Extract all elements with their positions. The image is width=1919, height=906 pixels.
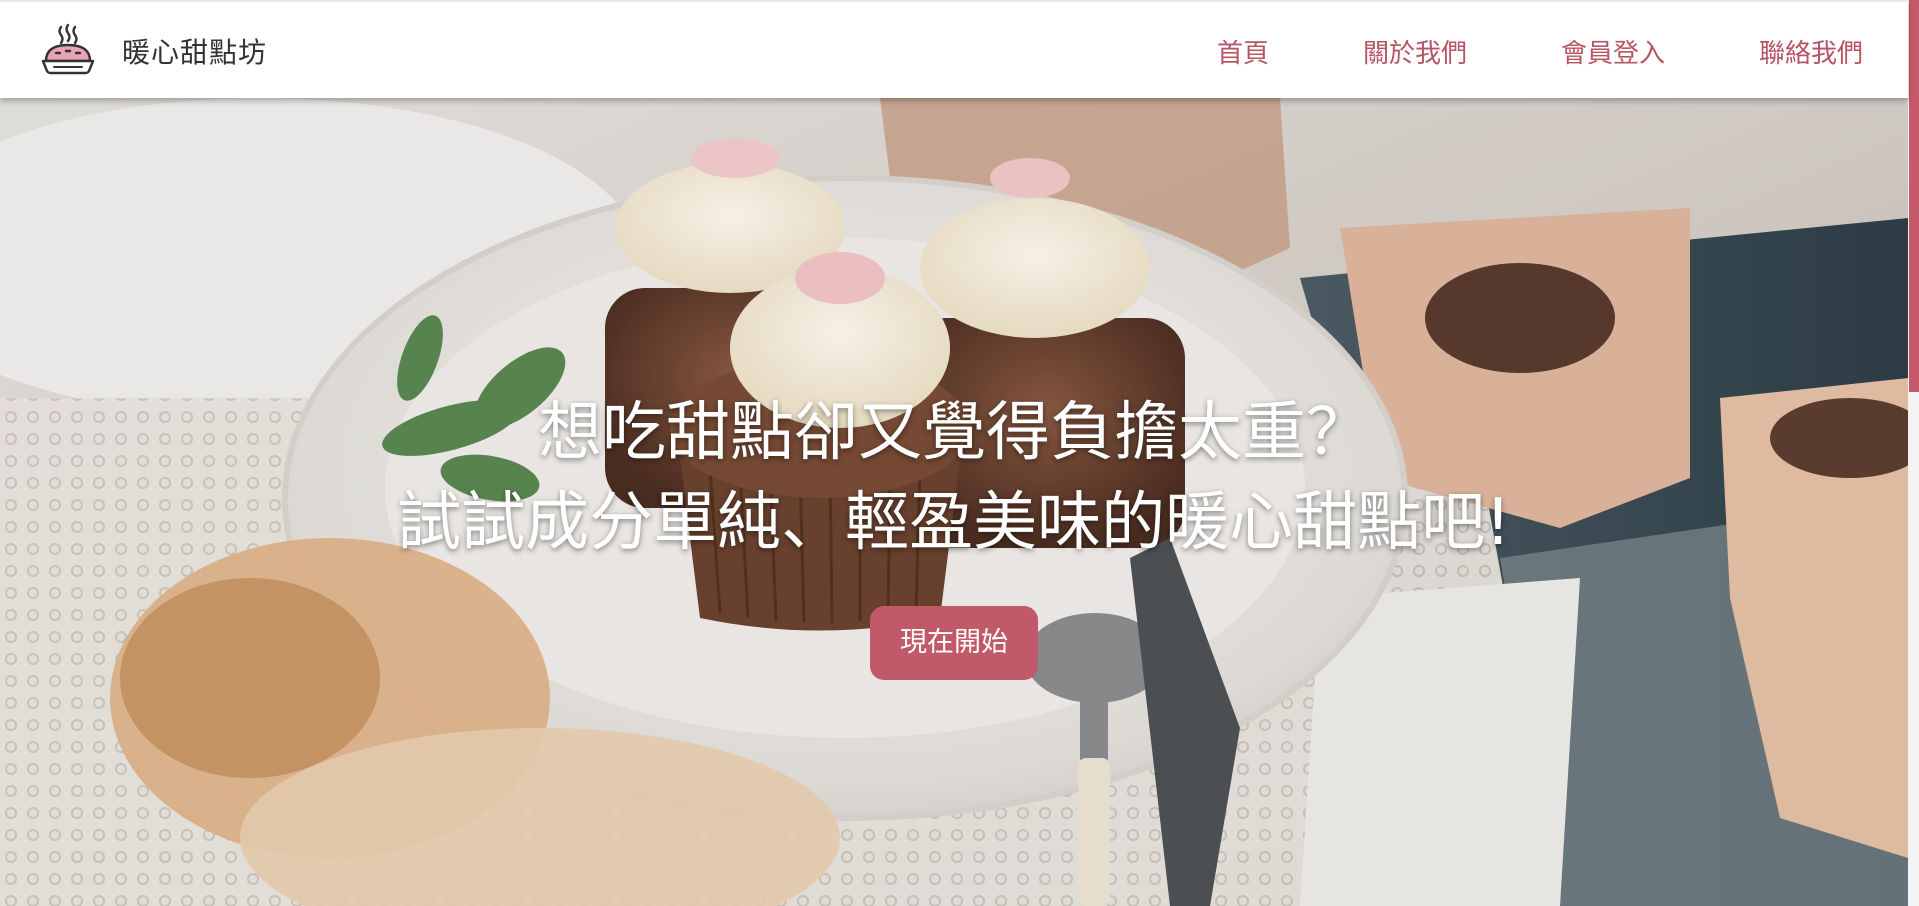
nav-item-contact: 聯絡我們 — [1759, 33, 1863, 70]
hero-content: 想吃甜點卻又覺得負擔太重？ 試試成分單純、輕盈美味的暖心甜點吧! 現在開始 — [0, 388, 1908, 680]
scrollbar[interactable] — [1908, 0, 1919, 906]
scrollbar-thumb[interactable] — [1909, 0, 1919, 392]
navbar: 暖心甜點坊 首頁 關於我們 會員登入 聯絡我們 — [0, 0, 1908, 98]
nav-link-login[interactable]: 會員登入 — [1561, 39, 1665, 69]
nav-item-home: 首頁 — [1217, 33, 1269, 70]
hero-title-line-1: 想吃甜點卻又覺得負擔太重？ — [538, 396, 1370, 470]
brand-link[interactable]: 暖心甜點坊 — [40, 22, 267, 80]
nav-link-home[interactable]: 首頁 — [1217, 39, 1269, 69]
nav-item-login: 會員登入 — [1561, 33, 1665, 70]
nav-item-about: 關於我們 — [1363, 33, 1467, 70]
nav-menu: 首頁 關於我們 會員登入 聯絡我們 — [1217, 2, 1863, 100]
nav-link-contact[interactable]: 聯絡我們 — [1759, 39, 1863, 69]
hero-title-line-2: 試試成分單純、輕盈美味的暖心甜點吧! — [397, 486, 1511, 560]
page: 暖心甜點坊 首頁 關於我們 會員登入 聯絡我們 想吃甜點卻又覺得負擔太重？ 試試… — [0, 0, 1919, 906]
steaming-pie-icon — [40, 23, 96, 79]
nav-link-about[interactable]: 關於我們 — [1363, 39, 1467, 69]
hero-title: 想吃甜點卻又覺得負擔太重？ 試試成分單純、輕盈美味的暖心甜點吧! — [0, 388, 1908, 568]
start-now-button[interactable]: 現在開始 — [870, 606, 1038, 680]
brand-name: 暖心甜點坊 — [122, 36, 268, 69]
hero-section: 想吃甜點卻又覺得負擔太重？ 試試成分單純、輕盈美味的暖心甜點吧! 現在開始 — [0, 98, 1908, 906]
